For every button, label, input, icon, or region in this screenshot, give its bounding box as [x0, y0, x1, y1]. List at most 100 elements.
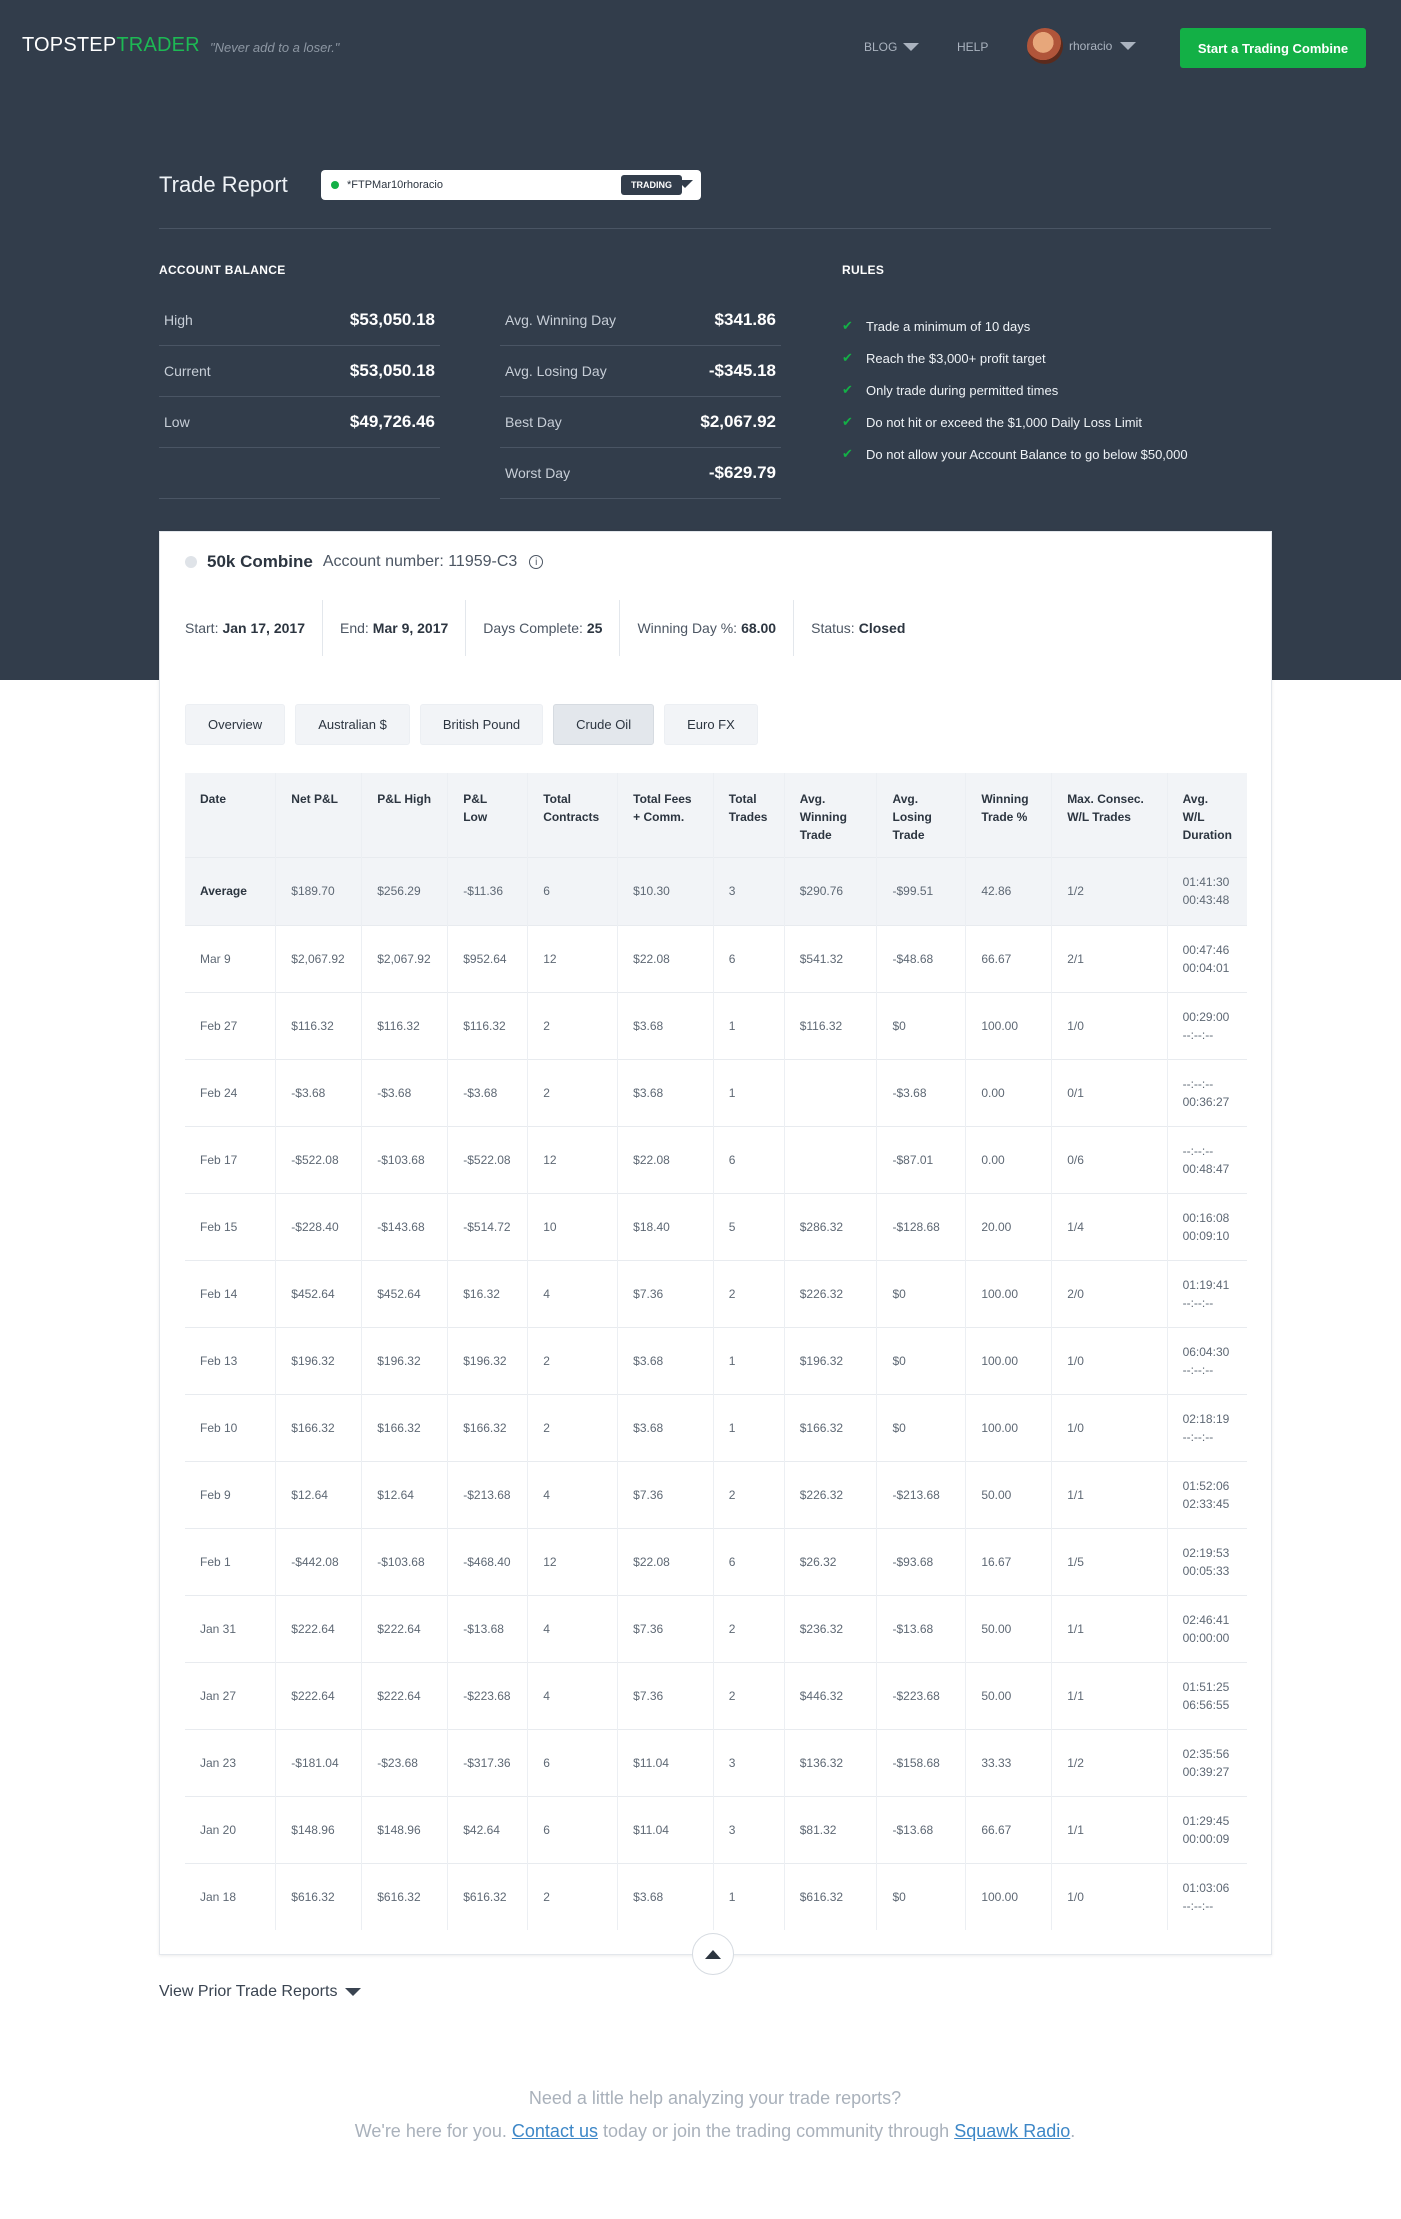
- squawk-radio-link[interactable]: Squawk Radio: [954, 2121, 1070, 2141]
- table-cell: 6: [527, 1728, 618, 1796]
- table-cell: Feb 10: [185, 1393, 276, 1461]
- table-cell: 3: [712, 1795, 785, 1863]
- column-header: Date: [185, 773, 276, 857]
- duration-cell: 01:41:30 00:43:48: [1166, 856, 1247, 925]
- topstep-logo[interactable]: TOPSTEPTRADER: [22, 34, 200, 57]
- avg-win-duration: 00:29:00: [1182, 1009, 1230, 1024]
- table-cell: Feb 14: [185, 1259, 276, 1327]
- table-cell: 33.33: [965, 1728, 1052, 1796]
- start-trading-combine-button[interactable]: Start a Trading Combine: [1180, 28, 1366, 68]
- contact-us-link[interactable]: Contact us: [512, 2121, 598, 2141]
- avg-loss-duration: --:--:--: [1182, 1898, 1214, 1913]
- rule-item: ✔ Reach the $3,000+ profit target: [842, 350, 1046, 366]
- table-cell: 1/0: [1051, 1393, 1168, 1461]
- table-cell: 2: [527, 1393, 618, 1461]
- table-cell: 12: [527, 1527, 618, 1595]
- table-cell: Jan 27: [185, 1661, 276, 1729]
- table-cell: $3.68: [617, 991, 714, 1059]
- table-cell: $452.64: [275, 1259, 362, 1327]
- table-cell: Jan 31: [185, 1594, 276, 1662]
- info-icon[interactable]: i: [529, 555, 544, 569]
- table-row: Jan 23 -$181.04 -$23.68 -$317.36 6 $11.04 3 $13…: [185, 1728, 1247, 1796]
- tab-australian-dollar[interactable]: Australian $: [295, 704, 410, 745]
- table-cell: 0/6: [1051, 1125, 1168, 1193]
- table-cell: 1: [712, 1393, 785, 1461]
- chevron-down-icon: [677, 180, 693, 188]
- duration-cell: 01:52:06 02:33:45: [1166, 1460, 1247, 1528]
- table-cell: -$13.68: [876, 1795, 966, 1863]
- table-cell: $166.32: [447, 1393, 528, 1461]
- table-cell: $148.96: [275, 1795, 362, 1863]
- user-menu[interactable]: rhoracio: [1069, 39, 1137, 53]
- tab-british-pound[interactable]: British Pound: [419, 704, 544, 745]
- avg-win-duration: 02:18:19: [1182, 1411, 1230, 1426]
- table-cell: -$3.68: [876, 1058, 966, 1126]
- table-header-row: Date Net P&L P&L High P&L Low Total Contracts T…: [185, 773, 1247, 857]
- table-cell: -$13.68: [447, 1594, 528, 1662]
- tab-overview[interactable]: Overview: [185, 704, 286, 745]
- account-balance-heading: ACCOUNT BALANCE: [159, 263, 286, 277]
- checkmark-icon: ✔: [842, 414, 853, 429]
- table-cell: 2: [712, 1594, 785, 1662]
- table-cell: 2/1: [1051, 924, 1168, 992]
- duration-cell: 01:19:41 --:--:--: [1166, 1259, 1247, 1327]
- rule-item: ✔ Do not allow your Account Balance to go…: [842, 446, 1188, 462]
- table-cell: $136.32: [783, 1728, 877, 1796]
- table-cell: -$48.68: [876, 924, 966, 992]
- combine-stats: Start: Jan 17, 2017 End: Mar 9, 2017 Days …: [185, 600, 922, 656]
- page-title: Trade Report: [159, 172, 288, 197]
- table-cell: [783, 1058, 877, 1126]
- table-cell: $166.32: [783, 1393, 877, 1461]
- column-header: P&L High: [361, 773, 448, 857]
- table-row: Feb 24 -$3.68 -$3.68 -$3.68 2 $3.68 1 -$3.68 0.0…: [185, 1058, 1247, 1126]
- avg-loss-duration: --:--:--: [1182, 1295, 1214, 1310]
- table-cell: -$223.68: [876, 1661, 966, 1729]
- avg-win-duration: 02:19:53: [1182, 1545, 1230, 1560]
- account-select[interactable]: *FTPMar10rhoracio TRADING: [321, 170, 701, 200]
- avg-win-duration: 01:03:06: [1182, 1880, 1230, 1895]
- avg-win-duration: 01:19:41: [1182, 1277, 1230, 1292]
- duration-cell: 01:03:06 --:--:--: [1166, 1862, 1247, 1930]
- duration-cell: --:--:-- 00:48:47: [1166, 1125, 1247, 1193]
- table-cell: $7.36: [617, 1594, 714, 1662]
- table-cell: -$522.08: [447, 1125, 528, 1193]
- avg-loss-duration: 00:39:27: [1182, 1764, 1230, 1779]
- help-heading: Need a little help analyzing your trade …: [528, 2088, 902, 2108]
- avg-loss-duration: 06:56:55: [1182, 1697, 1230, 1712]
- duration-cell: 00:16:08 00:09:10: [1166, 1192, 1247, 1260]
- table-cell: $42.64: [447, 1795, 528, 1863]
- table-cell: 4: [527, 1661, 618, 1729]
- nav-blog-menu[interactable]: BLOG: [864, 40, 920, 54]
- avatar[interactable]: [1027, 28, 1063, 64]
- table-cell: $222.64: [361, 1661, 448, 1729]
- table-cell: $10.30: [617, 856, 714, 925]
- view-prior-trade-reports[interactable]: View Prior Trade Reports: [159, 1983, 362, 2001]
- avg-win-duration: 02:35:56: [1182, 1746, 1230, 1761]
- tab-crude-oil[interactable]: Crude Oil: [553, 704, 655, 745]
- table-cell: 100.00: [965, 1259, 1052, 1327]
- table-cell: $616.32: [447, 1862, 528, 1930]
- table-cell: -$3.68: [447, 1058, 528, 1126]
- table-cell: $286.32: [783, 1192, 877, 1260]
- nav-help-link[interactable]: HELP: [957, 40, 988, 54]
- table-cell: 6: [712, 924, 785, 992]
- column-header: Net P&L: [275, 773, 362, 857]
- table-cell: 1/0: [1051, 1326, 1168, 1394]
- table-cell: Feb 24: [185, 1058, 276, 1126]
- table-cell: 66.67: [965, 1795, 1052, 1863]
- duration-cell: 00:29:00 --:--:--: [1166, 991, 1247, 1059]
- table-cell: -$11.36: [447, 856, 528, 925]
- avg-win-duration: 01:52:06: [1182, 1478, 1230, 1493]
- avg-loss-duration: 00:36:27: [1182, 1094, 1230, 1109]
- tab-euro-fx[interactable]: Euro FX: [664, 704, 758, 745]
- avg-loss-duration: --:--:--: [1182, 1027, 1214, 1042]
- table-cell: 1/2: [1051, 1728, 1168, 1796]
- table-cell: -$3.68: [361, 1058, 448, 1126]
- table-cell: $952.64: [447, 924, 528, 992]
- table-cell: $81.32: [783, 1795, 877, 1863]
- scroll-up-button[interactable]: [692, 1933, 734, 1975]
- table-cell: -$317.36: [447, 1728, 528, 1796]
- table-cell: 50.00: [965, 1594, 1052, 1662]
- avg-loss-duration: 00:43:48: [1182, 893, 1230, 907]
- stat-winning-day-pct: Winning Day %: 68.00: [620, 600, 795, 656]
